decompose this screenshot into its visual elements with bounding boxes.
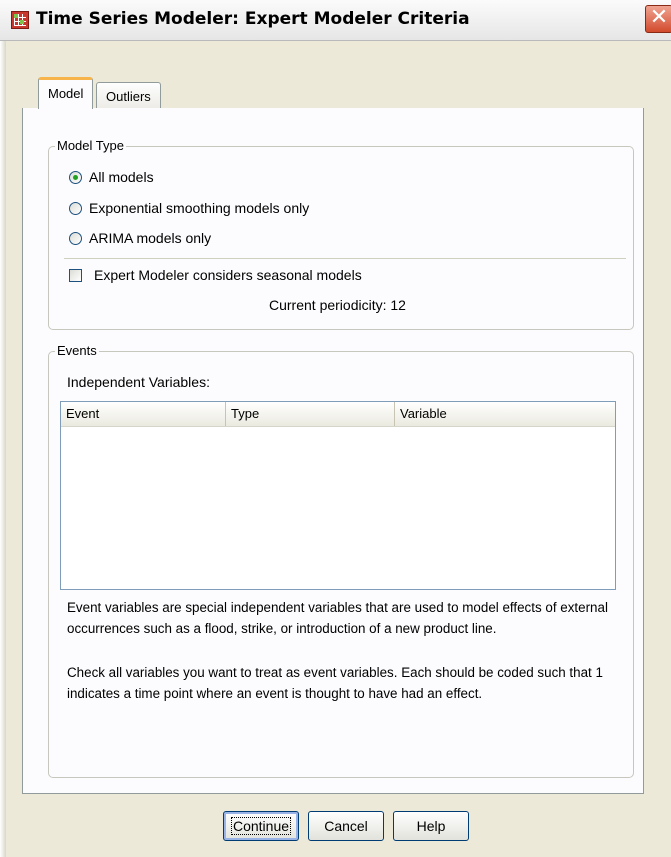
column-header-variable[interactable]: Variable: [395, 402, 615, 426]
title-bar[interactable]: Time Series Modeler: Expert Modeler Crit…: [0, 0, 671, 41]
radio-exponential-smoothing[interactable]: Exponential smoothing models only: [69, 198, 309, 218]
close-icon[interactable]: ✕: [645, 5, 671, 33]
radio-all-models[interactable]: All models: [69, 167, 154, 187]
events-description-2: Check all variables you want to treat as…: [67, 665, 603, 701]
cancel-button-label: Cancel: [324, 818, 368, 834]
seasonal-checkbox[interactable]: Expert Modeler considers seasonal models: [69, 265, 362, 285]
window-frame: [0, 41, 6, 857]
help-button[interactable]: Help: [393, 811, 469, 841]
radio-icon: [69, 232, 82, 245]
column-header-event[interactable]: Event: [61, 402, 226, 426]
radio-arima[interactable]: ARIMA models only: [69, 228, 211, 248]
column-header-type[interactable]: Type: [226, 402, 395, 426]
current-periodicity: Current periodicity: 12: [269, 297, 406, 313]
window-title: Time Series Modeler: Expert Modeler Crit…: [36, 9, 470, 29]
tab-strip: Model Outliers: [22, 74, 642, 109]
radio-all-models-label: All models: [89, 169, 154, 185]
independent-variables-label: Independent Variables:: [67, 374, 210, 390]
app-grid-icon: [11, 11, 29, 29]
events-label: Events: [55, 343, 99, 358]
independent-variables-table[interactable]: Event Type Variable: [60, 401, 616, 590]
radio-exponential-label: Exponential smoothing models only: [89, 200, 310, 216]
cancel-button[interactable]: Cancel: [308, 811, 384, 841]
seasonal-checkbox-label: Expert Modeler considers seasonal models: [94, 267, 362, 283]
continue-button-label: Continue: [230, 817, 292, 835]
continue-button[interactable]: Continue: [223, 811, 299, 841]
radio-icon: [69, 202, 82, 215]
events-description-1: Event variables are special independent …: [67, 600, 608, 636]
table-header: Event Type Variable: [61, 402, 615, 427]
model-type-label: Model Type: [55, 138, 126, 153]
checkbox-icon: [69, 269, 82, 282]
tab-model[interactable]: Model: [38, 77, 94, 109]
help-button-label: Help: [416, 818, 446, 834]
model-type-separator: [64, 258, 626, 259]
radio-selected-icon: [69, 171, 82, 184]
tab-outliers[interactable]: Outliers: [96, 82, 161, 109]
radio-arima-label: ARIMA models only: [89, 230, 212, 246]
